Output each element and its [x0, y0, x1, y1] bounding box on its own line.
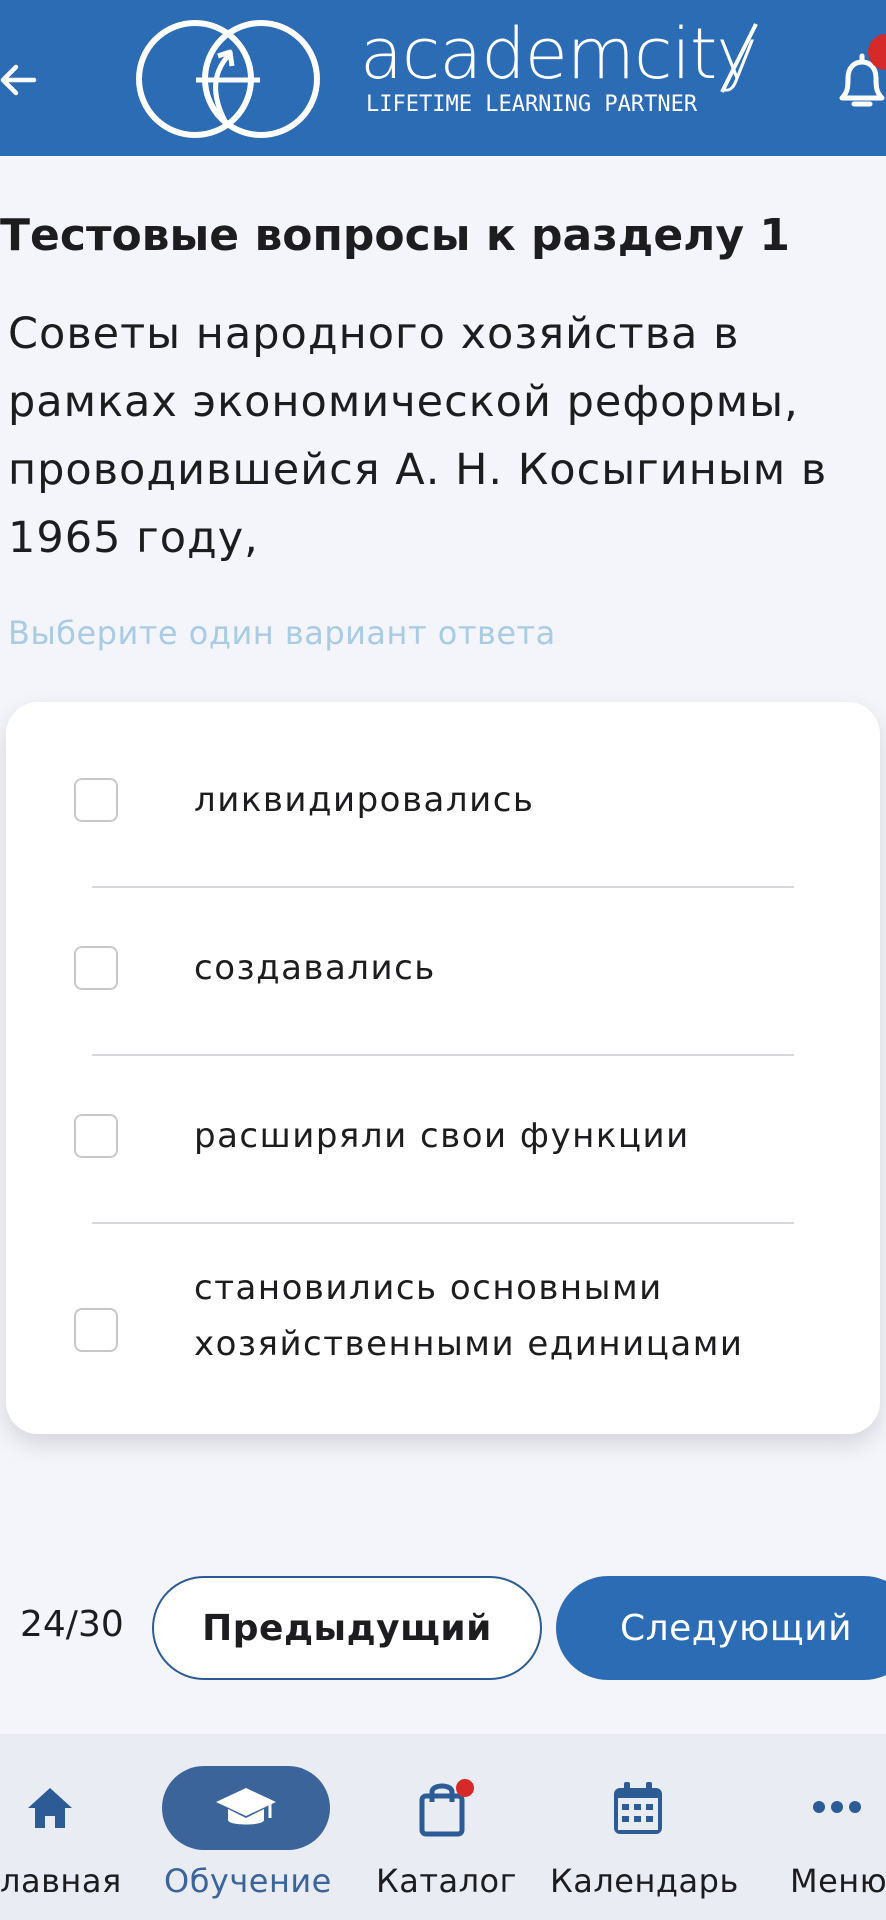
answer-options-card: ликвидировались создавались расширяли св… — [6, 702, 880, 1434]
option-label: создавались — [194, 948, 436, 988]
option-label: ликвидировались — [194, 780, 535, 820]
bottom-tab-bar: лавная Обучение Каталог Календарь Меню — [0, 1734, 886, 1920]
shopping-bag-icon — [419, 1779, 474, 1837]
tab-menu[interactable]: Меню — [776, 1734, 886, 1920]
graduation-cap-icon — [216, 1788, 276, 1825]
calendar-icon — [614, 1782, 662, 1834]
more-dots-icon — [813, 1801, 861, 1813]
answer-option[interactable]: создавались — [6, 888, 880, 1056]
previous-button[interactable]: Предыдущий — [152, 1576, 542, 1680]
brand-name: academcity — [360, 13, 758, 95]
option-label: становились основными хозяйственными еди… — [194, 1268, 744, 1364]
tab-label: Меню — [790, 1862, 886, 1900]
option-checkbox[interactable] — [74, 946, 118, 990]
tab-calendar[interactable]: Календарь — [548, 1734, 738, 1920]
answer-option[interactable]: расширяли свои функции — [6, 1056, 880, 1224]
home-icon — [28, 1788, 72, 1828]
answer-hint: Выберите один вариант ответа — [8, 614, 556, 652]
logo-icon — [136, 20, 320, 138]
tab-label: Обучение — [164, 1862, 332, 1900]
option-checkbox[interactable] — [74, 778, 118, 822]
tab-label: Календарь — [550, 1862, 739, 1900]
next-button[interactable]: Следующий — [556, 1576, 886, 1680]
section-title: Тестовые вопросы к разделу 1 — [0, 210, 791, 261]
brand-slash-icon — [720, 23, 758, 93]
tab-learning[interactable]: Обучение — [150, 1734, 342, 1920]
option-checkbox[interactable] — [74, 1114, 118, 1158]
back-arrow-icon[interactable] — [0, 52, 40, 108]
option-checkbox[interactable] — [74, 1308, 118, 1352]
answer-option[interactable]: становились основными хозяйственными еди… — [6, 1224, 880, 1434]
app-header: academcity LIFETIME LEARNING PARTNER — [0, 0, 886, 156]
option-label: расширяли свои функции — [194, 1116, 690, 1156]
question-text: Советы народного хозяйства в рамках экон… — [8, 309, 828, 563]
tab-home[interactable]: лавная — [0, 1734, 130, 1920]
tab-catalog[interactable]: Каталог — [366, 1734, 516, 1920]
brand-tagline: LIFETIME LEARNING PARTNER — [366, 92, 698, 117]
question-counter: 24/30 — [20, 1604, 124, 1645]
tab-label: Каталог — [376, 1862, 517, 1900]
answer-option[interactable]: ликвидировались — [6, 702, 880, 870]
tab-label: лавная — [0, 1862, 122, 1900]
